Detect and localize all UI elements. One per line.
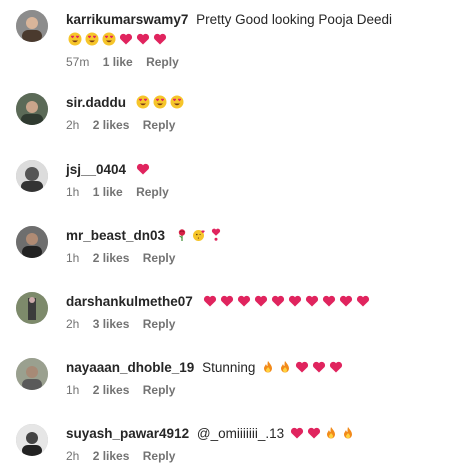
red-heart-icon xyxy=(329,360,343,374)
comment-emojis xyxy=(68,32,167,46)
heart-exclamation-icon xyxy=(209,228,223,242)
red-heart-icon xyxy=(237,294,251,308)
comment-emojis xyxy=(203,294,370,308)
reply-button[interactable]: Reply xyxy=(136,185,169,199)
red-heart-icon xyxy=(356,294,370,308)
red-heart-icon xyxy=(136,32,150,46)
red-heart-icon xyxy=(295,360,309,374)
comment-time: 1h xyxy=(66,251,80,265)
comment-list: karrikumarswamy7 Pretty Good looking Poo… xyxy=(0,0,466,465)
comment-emojis xyxy=(136,162,150,176)
comment-username[interactable]: karrikumarswamy7 xyxy=(66,12,188,27)
avatar[interactable] xyxy=(16,160,48,192)
red-heart-icon xyxy=(312,360,326,374)
red-heart-icon xyxy=(254,294,268,308)
red-heart-icon xyxy=(203,294,217,308)
red-heart-icon xyxy=(305,294,319,308)
fire-icon xyxy=(341,426,355,440)
heart-eyes-icon xyxy=(85,32,99,46)
reply-button[interactable]: Reply xyxy=(143,251,176,265)
heart-eyes-icon xyxy=(153,95,167,109)
comment-text: Pretty Good looking Pooja Deedi xyxy=(196,12,392,27)
heart-eyes-icon xyxy=(170,95,184,109)
rose-icon xyxy=(175,228,189,242)
comment-likes[interactable]: 2 likes xyxy=(93,449,130,463)
avatar[interactable] xyxy=(16,10,48,42)
comment-username[interactable]: mr_beast_dn03 xyxy=(66,228,165,243)
reply-button[interactable]: Reply xyxy=(146,55,179,69)
comment-likes[interactable]: 2 likes xyxy=(93,118,130,132)
comment-username[interactable]: jsj__0404 xyxy=(66,162,126,177)
reply-button[interactable]: Reply xyxy=(143,317,176,331)
comment-emojis xyxy=(136,95,184,109)
red-heart-icon xyxy=(220,294,234,308)
comment-time: 1h xyxy=(66,383,80,397)
avatar[interactable] xyxy=(16,226,48,258)
heart-eyes-icon xyxy=(136,95,150,109)
comment-time: 2h xyxy=(66,118,80,132)
red-heart-icon xyxy=(322,294,336,308)
red-heart-icon xyxy=(290,426,304,440)
comment-time: 57m xyxy=(66,55,90,69)
comment-time: 2h xyxy=(66,449,80,463)
heart-eyes-icon xyxy=(102,32,116,46)
kiss-heart-icon xyxy=(192,228,206,242)
comment-emojis xyxy=(175,228,223,242)
comment-emojis xyxy=(290,426,355,440)
comment-time: 1h xyxy=(66,185,80,199)
comment-time: 2h xyxy=(66,317,80,331)
red-heart-icon xyxy=(271,294,285,308)
comment-username[interactable]: nayaaan_dhoble_19 xyxy=(66,360,194,375)
comment-likes[interactable]: 2 likes xyxy=(93,383,130,397)
red-heart-icon xyxy=(307,426,321,440)
red-heart-icon xyxy=(339,294,353,308)
comment-username[interactable]: sir.daddu xyxy=(66,95,126,110)
heart-eyes-icon xyxy=(68,32,82,46)
comment-text[interactable]: @_omiiiiiii_.13 xyxy=(197,426,284,441)
comment-likes[interactable]: 1 like xyxy=(93,185,123,199)
comment-emojis xyxy=(261,360,343,374)
reply-button[interactable]: Reply xyxy=(143,118,176,132)
comment-username[interactable]: suyash_pawar4912 xyxy=(66,426,189,441)
fire-icon xyxy=(278,360,292,374)
red-heart-icon xyxy=(119,32,133,46)
reply-button[interactable]: Reply xyxy=(143,383,176,397)
red-heart-icon xyxy=(136,162,150,176)
comment-text: Stunning xyxy=(202,360,256,375)
fire-icon xyxy=(261,360,275,374)
comment-likes[interactable]: 3 likes xyxy=(93,317,130,331)
comment-likes[interactable]: 2 likes xyxy=(93,251,130,265)
avatar[interactable] xyxy=(16,292,48,324)
red-heart-icon xyxy=(288,294,302,308)
avatar[interactable] xyxy=(16,93,48,125)
fire-icon xyxy=(324,426,338,440)
comment-username[interactable]: darshankulmethe07 xyxy=(66,294,193,309)
comment-likes[interactable]: 1 like xyxy=(103,55,133,69)
reply-button[interactable]: Reply xyxy=(143,449,176,463)
red-heart-icon xyxy=(153,32,167,46)
avatar[interactable] xyxy=(16,358,48,390)
avatar[interactable] xyxy=(16,424,48,456)
